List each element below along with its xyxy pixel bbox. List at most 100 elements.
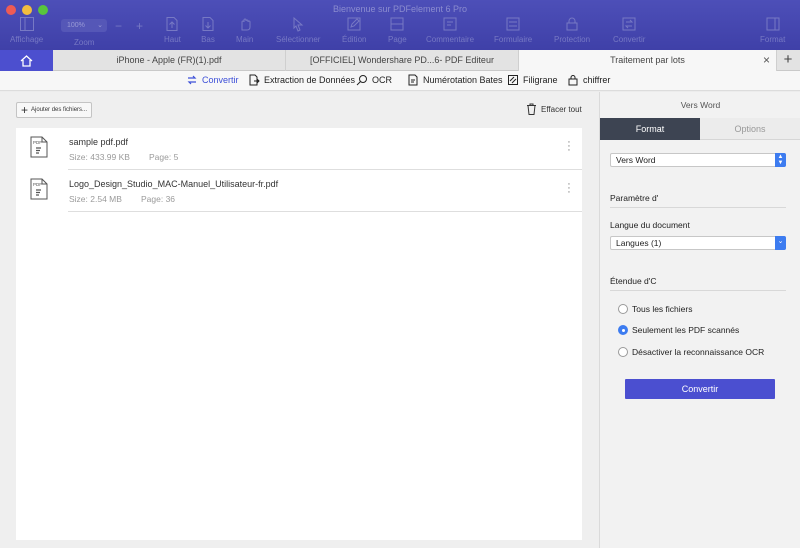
zoom-out-in-buttons[interactable]: −+ <box>115 19 157 33</box>
file-item[interactable]: PDF Logo_Design_Studio_MAC-Manuel_Utilis… <box>16 170 582 212</box>
tab-format[interactable]: Format <box>600 118 700 140</box>
toolbar-selectionner[interactable]: Sélectionner <box>276 16 320 48</box>
convert-icon <box>187 75 197 85</box>
toolbar-affichage[interactable]: Affichage <box>10 16 43 48</box>
language-heading: Langue du document <box>610 220 690 230</box>
toolbar-haut[interactable]: Haut <box>164 16 181 48</box>
radio-disable-ocr[interactable]: Désactiver la reconnaissance OCR <box>618 347 764 357</box>
plus-icon: + <box>21 103 29 117</box>
batch-label: Extraction de Données <box>264 75 356 85</box>
radio-button <box>618 347 628 357</box>
home-icon <box>20 54 33 67</box>
toolbar-convertir[interactable]: Convertir <box>613 16 645 48</box>
radio-button <box>618 304 628 314</box>
window-title: Bienvenue sur PDFelement 6 Pro <box>332 4 468 14</box>
edit-icon <box>347 17 361 31</box>
file-pages: Page: 36 <box>141 194 176 204</box>
toolbar-page[interactable]: Page <box>388 16 407 48</box>
batch-bates[interactable]: Numérotation Bates <box>407 74 503 86</box>
svg-text:PDF: PDF <box>33 182 42 187</box>
radio-all-files[interactable]: Tous les fichiers <box>618 304 692 314</box>
toolbar-label: Haut <box>164 35 181 44</box>
file-item[interactable]: PDF sample pdf.pdf Size: 433.99 KB Page:… <box>16 128 582 170</box>
home-tab[interactable] <box>0 50 53 71</box>
radio-scanned-only[interactable]: Seulement les PDF scannés <box>618 325 739 335</box>
pdf-file-icon: PDF <box>30 136 48 158</box>
file-list: PDF sample pdf.pdf Size: 433.99 KB Page:… <box>16 128 582 540</box>
toolbar-bas[interactable]: Bas <box>200 16 216 48</box>
more-options-icon[interactable]: · · · <box>566 179 572 198</box>
batch-label: OCR <box>372 75 392 85</box>
tab-options[interactable]: Options <box>700 118 800 140</box>
form-icon <box>506 17 520 31</box>
param-heading: Paramètre d' <box>610 193 659 203</box>
chevron-updown-icon: ▲ ▼ <box>775 153 786 167</box>
format-icon <box>766 17 780 31</box>
format-select[interactable]: Vers Word ▲ ▼ <box>610 153 786 167</box>
batch-chiffrer[interactable]: chiffrer <box>567 74 610 86</box>
page-down-icon <box>202 17 214 31</box>
toolbar-formulaire[interactable]: Formulaire <box>494 16 532 48</box>
file-name: sample pdf.pdf <box>69 137 129 147</box>
zoom-select[interactable]: 100% ⌄ <box>61 19 107 32</box>
zoom-label: Zoom <box>74 38 95 47</box>
batch-ocr[interactable]: OCR <box>356 74 392 86</box>
comment-icon <box>443 17 457 31</box>
hand-icon <box>241 18 251 31</box>
toolbar-label: Édition <box>342 35 367 44</box>
close-tab-icon[interactable]: × <box>763 50 770 71</box>
toolbar-label: Main <box>236 35 254 44</box>
more-options-icon[interactable]: · · · <box>566 137 572 156</box>
toolbar-label: Page <box>388 35 407 44</box>
panel-title: Vers Word <box>680 100 721 110</box>
toolbar-commentaire[interactable]: Commentaire <box>426 16 474 48</box>
batch-filigrane[interactable]: Filigrane <box>507 74 558 86</box>
tab-iphone-apple[interactable]: iPhone - Apple (FR)(1).pdf <box>53 50 286 71</box>
title-toolbar: Bienvenue sur PDFelement 6 Pro Affichage… <box>0 0 800 50</box>
range-heading: Étendue d'C <box>610 276 657 286</box>
toolbar-protection[interactable]: Protection <box>554 16 590 48</box>
toolbar-label: Format <box>760 35 786 44</box>
toolbar-format[interactable]: Format <box>760 16 785 48</box>
batch-label: chiffrer <box>583 75 611 85</box>
radio-label: Seulement les PDF scannés <box>632 325 740 335</box>
clear-all-button[interactable]: Effacer tout <box>526 103 582 115</box>
file-name: Logo_Design_Studio_MAC-Manuel_Utilisateu… <box>69 179 279 189</box>
toolbar-edition[interactable]: Édition <box>342 16 366 48</box>
add-files-button[interactable]: + Ajouter des fichiers... <box>16 102 93 118</box>
document-tabs: iPhone - Apple (FR)(1).pdf [OFFICIEL] Wo… <box>0 50 800 86</box>
radio-label: Tous les fichiers <box>632 304 693 314</box>
divider <box>610 290 786 291</box>
batch-extraction[interactable]: Extraction de Données <box>248 74 355 86</box>
settings-panel: Vers Word Format Options Vers Word ▲ ▼ Pa… <box>599 92 800 548</box>
clear-all-label: Effacer tout <box>541 104 582 114</box>
cursor-icon <box>293 16 304 32</box>
page-icon <box>390 17 404 31</box>
trash-icon <box>527 103 536 115</box>
toolbar-main[interactable]: Main <box>236 16 253 48</box>
lock-icon <box>566 17 578 31</box>
convert-button[interactable]: Convertir <box>625 379 775 399</box>
ocr-icon <box>356 75 367 86</box>
lock-icon <box>568 75 578 86</box>
file-size: Size: 2.54 MB <box>69 194 122 204</box>
file-size: Size: 433.99 KB <box>69 152 130 162</box>
language-select[interactable]: Langues (1) ⌄ <box>610 236 786 250</box>
divider <box>610 207 786 208</box>
tab-traitement-par-lots[interactable]: Traitement par lots × <box>519 50 777 71</box>
language-select-value: Langues (1) <box>616 238 662 248</box>
tab-officiel-wondershare[interactable]: [OFFICIEL] Wondershare PD...6- PDF Edite… <box>286 50 519 86</box>
zoom-value: 100% <box>67 22 85 29</box>
tab-label: Traitement par lots <box>610 55 685 65</box>
chevron-down-icon: ⌄ <box>97 22 103 29</box>
batch-label: Filigrane <box>523 75 558 85</box>
add-tab-button[interactable]: + <box>777 50 799 71</box>
add-files-label: Ajouter des fichiers... <box>31 107 88 113</box>
toolbar-label: Protection <box>554 35 591 44</box>
tab-label: iPhone - Apple (FR)(1).pdf <box>116 55 222 65</box>
divider <box>68 211 582 212</box>
extract-icon <box>249 74 260 86</box>
batch-convertir[interactable]: Convertir <box>186 74 239 86</box>
toolbar-label: Convertir <box>613 35 646 44</box>
bates-number-icon <box>408 74 418 86</box>
